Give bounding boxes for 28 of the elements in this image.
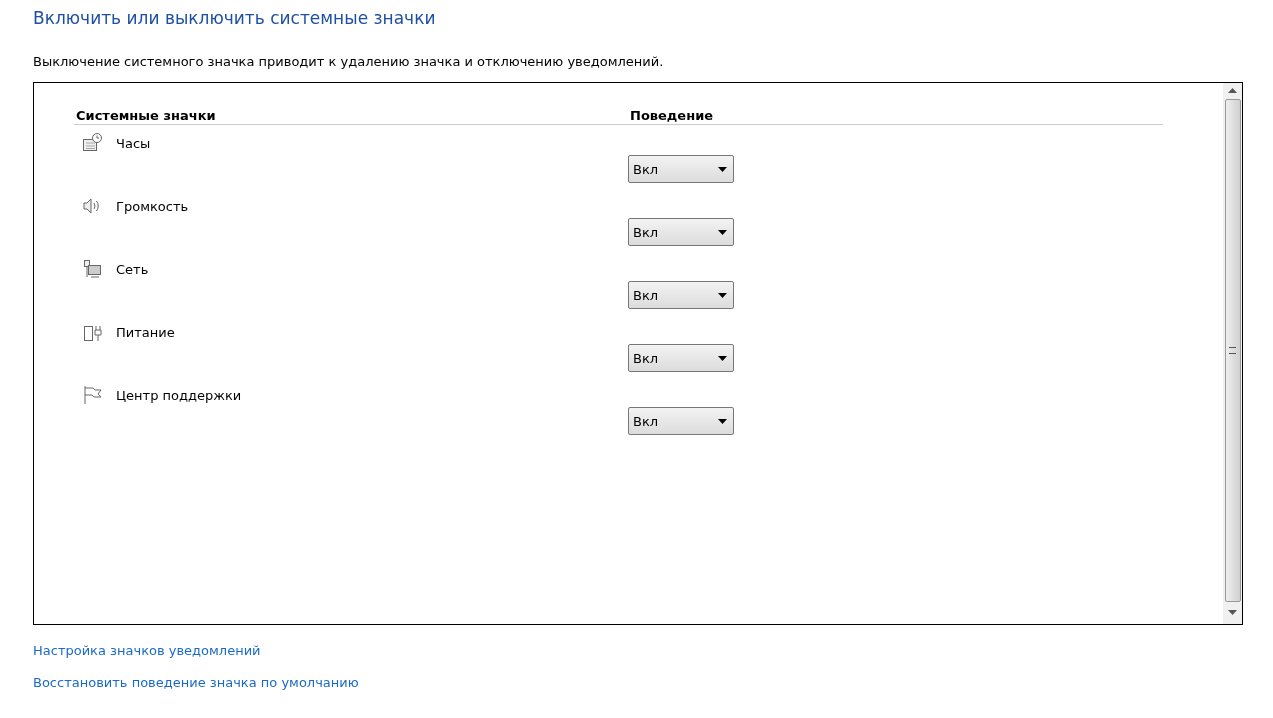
icon-name: Часы: [116, 135, 151, 151]
caret-icon: [718, 292, 727, 298]
behavior-dropdown[interactable]: Вкл: [628, 218, 734, 246]
page-title: Включить или выключить системные значки: [33, 8, 437, 28]
icon-name: Сеть: [116, 261, 149, 277]
caret-icon: [718, 418, 727, 424]
behavior-dropdown[interactable]: Вкл: [628, 155, 734, 183]
scroll-thumb[interactable]: [1224, 99, 1241, 602]
calendar-clock-icon: [82, 133, 104, 153]
settings-link[interactable]: Настройка значков уведомлений: [33, 643, 261, 658]
icon-name: Громкость: [116, 198, 189, 214]
scrollbar[interactable]: [1223, 83, 1242, 624]
icon-name: Питание: [116, 324, 175, 340]
scroll-down-icon[interactable]: [1228, 610, 1237, 615]
icon-name: Центр поддержки: [116, 387, 242, 403]
behavior-dropdown[interactable]: Вкл: [628, 407, 734, 435]
column-header: Системные значки: [76, 108, 217, 123]
behavior-dropdown[interactable]: Вкл: [628, 281, 734, 309]
settings-link[interactable]: Восстановить поведение значка по умолчанию: [33, 675, 359, 690]
behavior-dropdown[interactable]: Вкл: [628, 344, 734, 372]
caret-icon: [718, 229, 727, 235]
caret-icon: [718, 355, 727, 361]
scroll-up-icon[interactable]: [1228, 88, 1237, 93]
computer-icon: [82, 259, 104, 279]
description-text: Выключение системного значка приводит к удалению значка и отключению уведомлений.: [33, 54, 665, 69]
caret-icon: [718, 166, 727, 172]
column-header: Поведение: [630, 108, 715, 123]
flag-icon: [82, 385, 104, 405]
